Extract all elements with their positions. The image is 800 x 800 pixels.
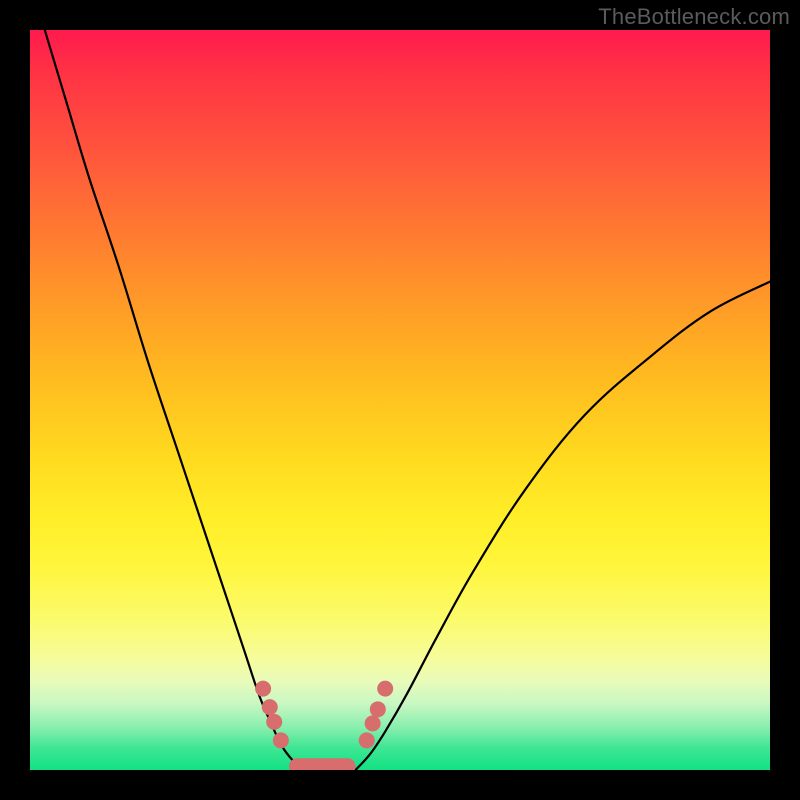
marker-right-dot-2 (370, 701, 386, 717)
marker-left-dot-2 (266, 714, 282, 730)
marker-left-dot-0 (255, 681, 271, 697)
curves-group (45, 30, 770, 770)
plot-svg (30, 30, 770, 770)
marker-right-dot-0 (359, 732, 375, 748)
markers-group (255, 681, 393, 770)
marker-right-dot-1 (365, 715, 381, 731)
watermark-text: TheBottleneck.com (598, 4, 790, 30)
curve-left-curve (45, 30, 304, 770)
chart-frame: TheBottleneck.com (0, 0, 800, 800)
marker-left-dot-1 (262, 699, 278, 715)
plot-area (30, 30, 770, 770)
marker-left-dot-3 (273, 732, 289, 748)
valley-capsule (289, 758, 356, 770)
marker-right-dot-3 (377, 681, 393, 697)
curve-right-curve (356, 282, 770, 770)
